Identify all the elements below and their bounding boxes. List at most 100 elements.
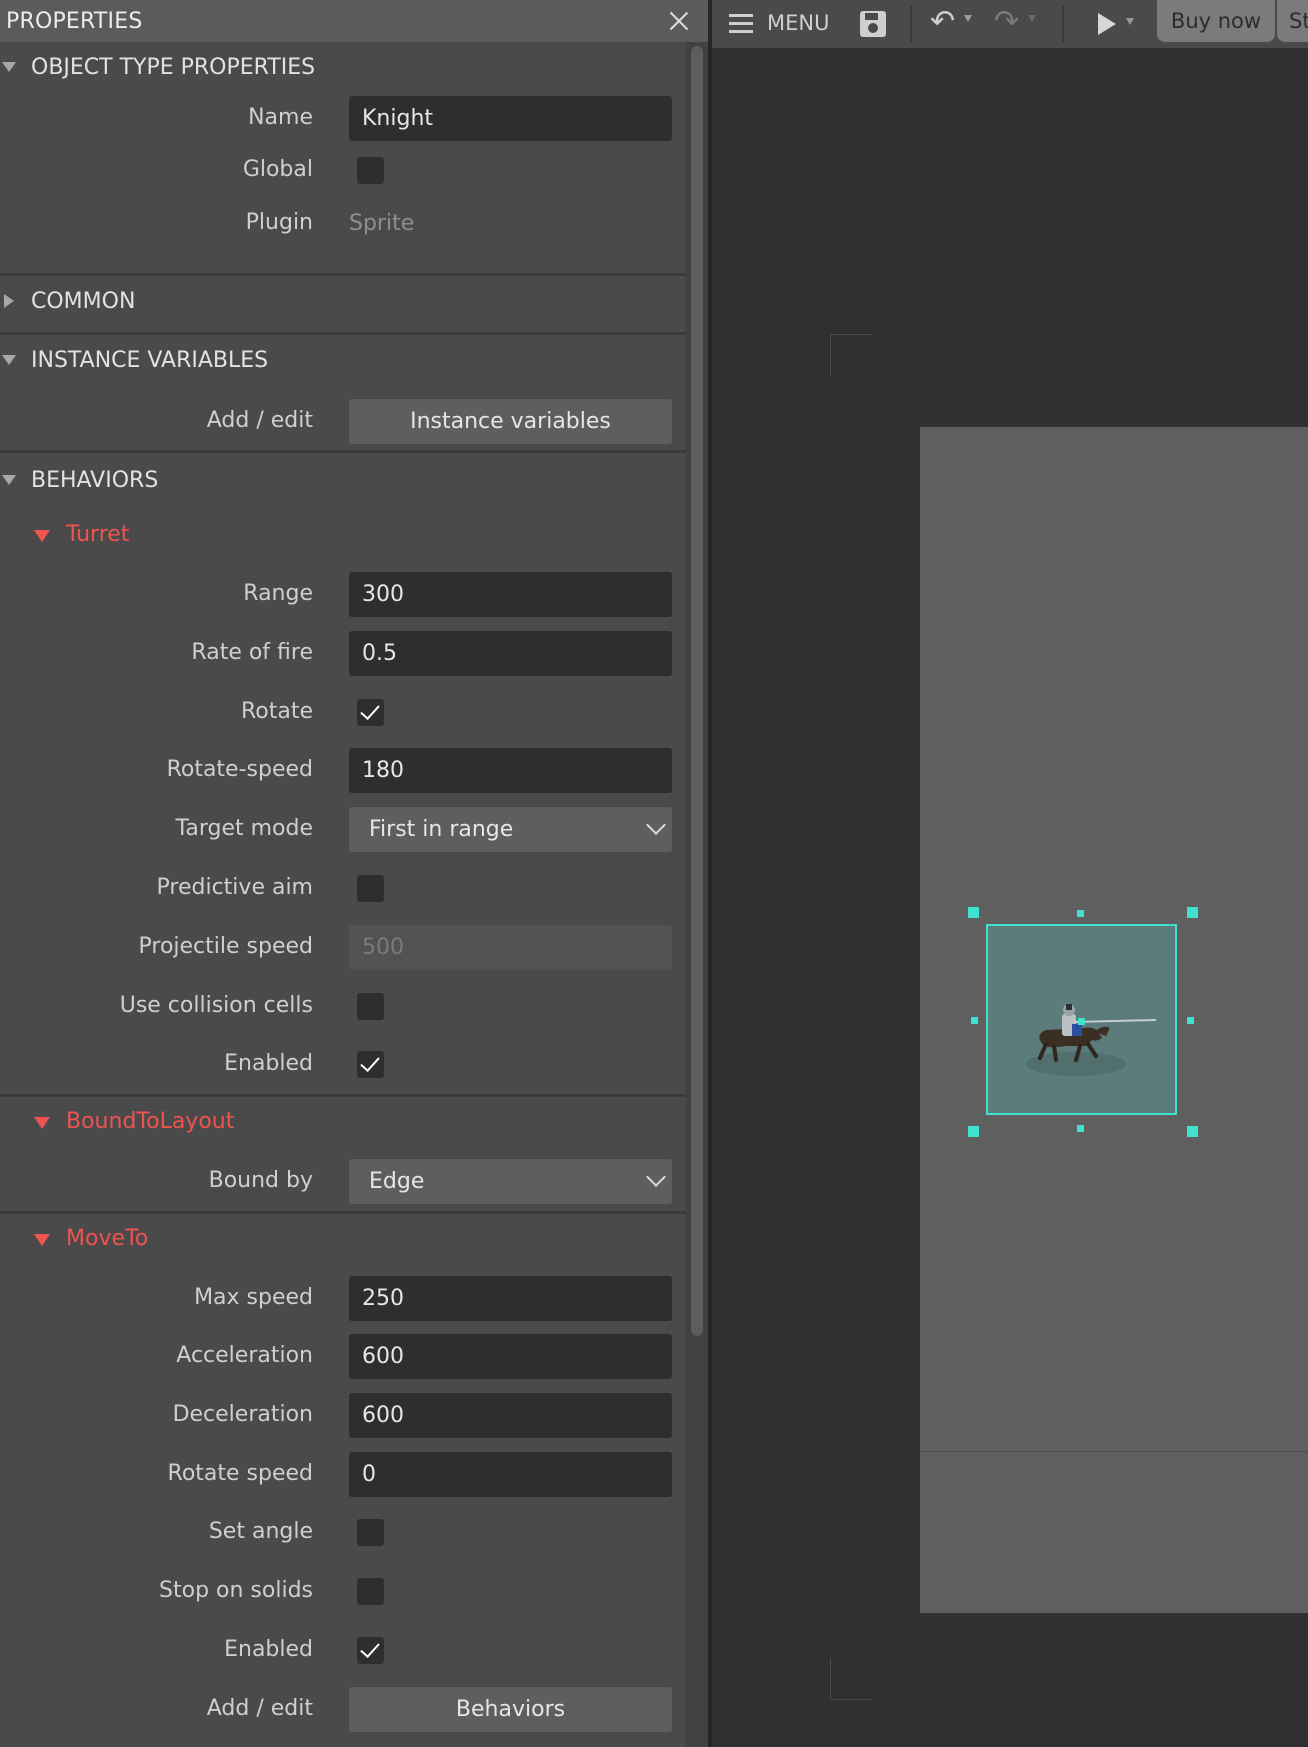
dropdown-arrow-icon [964,15,972,22]
resize-handle-bottom-right[interactable] [1187,1126,1198,1137]
plugin-value: Sprite [349,211,415,236]
turret-enabled-checkbox[interactable] [357,1051,384,1078]
stop-on-solids-checkbox[interactable] [357,1578,384,1605]
rotate-speed-label: Rotate speed [167,1461,313,1486]
row-deceleration: Deceleration 600 [0,1389,686,1441]
row-predictive-aim: Predictive aim [0,862,686,914]
store-button[interactable]: St [1277,0,1308,42]
behavior-title: BoundToLayout [66,1109,235,1134]
range-label: Range [243,581,313,606]
main-toolbar: MENU ↶ ↷ Buy now St [712,0,1308,48]
instance-variables-button[interactable]: Instance variables [349,399,672,444]
acceleration-input[interactable]: 600 [349,1334,672,1379]
row-bound-by: Bound by Edge [0,1155,686,1207]
row-plugin: Plugin Sprite [0,197,686,249]
properties-title: PROPERTIES [6,8,143,34]
moveto-enabled-checkbox[interactable] [357,1637,384,1664]
max-speed-input[interactable]: 250 [349,1276,672,1321]
rotate-label: Rotate [240,699,313,724]
predictive-aim-checkbox[interactable] [357,875,384,902]
name-input[interactable]: Knight [349,96,672,141]
max-speed-label: Max speed [194,1285,313,1310]
redo-button[interactable]: ↷ [992,0,1042,48]
moveto-rotate-speed-input[interactable]: 0 [349,1452,672,1497]
resize-handle-top[interactable] [1077,910,1084,917]
section-label: COMMON [31,288,136,314]
scrollbar-thumb[interactable] [691,46,703,1336]
buy-now-button[interactable]: Buy now [1157,0,1275,42]
add-edit-label: Add / edit [206,408,313,433]
bound-by-value: Edge [369,1169,425,1194]
target-mode-select[interactable]: First in range [349,807,672,852]
expanded-triangle-icon [2,355,16,365]
projectile-speed-input[interactable]: 500 [349,925,672,970]
row-range: Range 300 [0,568,686,620]
section-label: INSTANCE VARIABLES [31,347,269,373]
rotate-speed-label: Rotate-speed [166,757,313,782]
behavior-turret-header[interactable]: Turret [0,511,686,561]
expanded-triangle-icon [2,62,16,72]
save-button[interactable] [855,0,891,48]
panel-scrollbar[interactable] [686,42,708,1747]
global-label: Global [242,157,313,182]
resize-handle-bottom-left[interactable] [968,1126,979,1137]
save-disk-icon [860,11,886,37]
range-input[interactable]: 300 [349,572,672,617]
toolbar-separator [1062,6,1064,42]
expanded-triangle-icon [34,530,50,542]
row-name: Name Knight [0,92,686,144]
behaviors-button[interactable]: Behaviors [349,1687,672,1732]
deceleration-input[interactable]: 600 [349,1393,672,1438]
redo-icon: ↷ [994,4,1020,39]
chevron-down-icon [646,1167,666,1187]
row-stop-on-solids: Stop on solids [0,1565,686,1617]
rotate-speed-input[interactable]: 180 [349,748,672,793]
set-angle-checkbox[interactable] [357,1519,384,1546]
resize-handle-left[interactable] [971,1017,978,1024]
behavior-moveto-header[interactable]: MoveTo [0,1215,686,1265]
editor-app: PROPERTIES OBJECT TYPE PROPERTIES Name K… [0,0,1308,1747]
menu-button[interactable]: MENU [712,0,837,48]
preview-button[interactable] [1084,0,1144,48]
stop-on-solids-label: Stop on solids [159,1578,313,1603]
use-collision-cells-checkbox[interactable] [357,993,384,1020]
resize-handle-top-left[interactable] [968,907,979,918]
rate-of-fire-input[interactable]: 0.5 [349,631,672,676]
target-mode-label: Target mode [175,816,313,841]
behavior-boundtolayout-header[interactable]: BoundToLayout [0,1098,686,1148]
row-projectile-speed: Projectile speed 500 [0,921,686,973]
resize-handle-top-right[interactable] [1187,907,1198,918]
row-global: Global [0,144,686,196]
add-edit-label: Add / edit [206,1696,313,1721]
collapsed-triangle-icon [4,294,14,308]
rotate-checkbox[interactable] [357,699,384,726]
menu-label: MENU [767,11,830,35]
use-collision-cells-label: Use collision cells [119,993,313,1018]
bound-by-select[interactable]: Edge [349,1159,672,1204]
section-behaviors[interactable]: BEHAVIORS [0,455,686,505]
section-instance-variables[interactable]: INSTANCE VARIABLES [0,335,686,385]
origin-point-handle[interactable] [1078,1018,1085,1025]
row-moveto-enabled: Enabled [0,1624,686,1676]
row-moveto-rotate-speed: Rotate speed 0 [0,1448,686,1500]
section-object-type-properties[interactable]: OBJECT TYPE PROPERTIES [0,42,686,92]
chevron-down-icon [646,815,666,835]
bound-by-label: Bound by [208,1168,313,1193]
section-label: BEHAVIORS [31,467,159,493]
resize-handle-right[interactable] [1187,1017,1194,1024]
row-rate-of-fire: Rate of fire 0.5 [0,627,686,679]
row-max-speed: Max speed 250 [0,1272,686,1324]
row-target-mode: Target mode First in range [0,803,686,855]
target-mode-value: First in range [369,817,514,842]
rate-of-fire-label: Rate of fire [191,640,313,665]
section-label: OBJECT TYPE PROPERTIES [31,54,316,80]
toolbar-separator [910,6,912,42]
close-icon[interactable] [664,6,694,36]
undo-button[interactable]: ↶ [926,0,976,48]
section-common[interactable]: COMMON [0,276,686,326]
global-checkbox[interactable] [357,157,384,184]
hamburger-icon [729,14,753,34]
properties-header: PROPERTIES [0,0,708,42]
layout-view[interactable] [712,48,1308,1747]
resize-handle-bottom[interactable] [1077,1125,1084,1132]
